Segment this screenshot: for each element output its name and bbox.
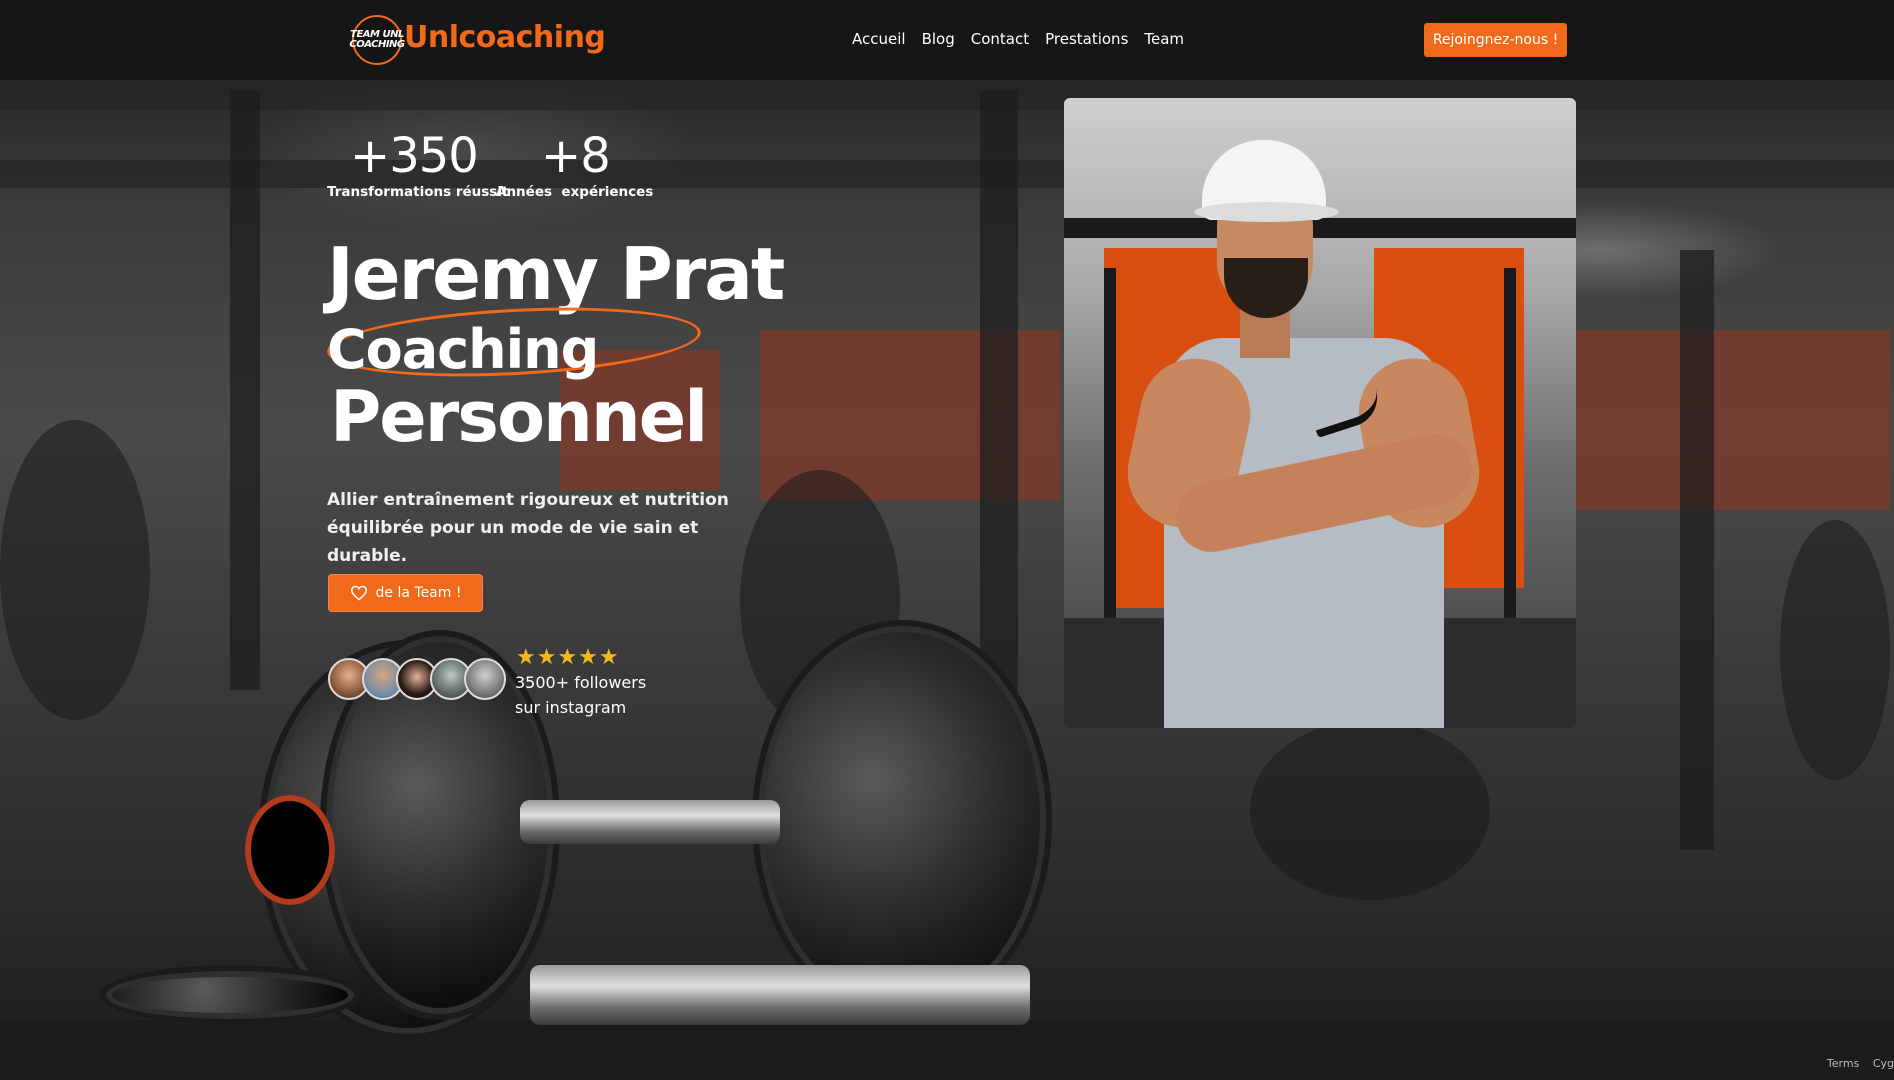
nav-item-contact[interactable]: Contact <box>971 30 1029 48</box>
gym-background <box>0 0 1894 1080</box>
follower-avatars <box>328 658 506 700</box>
hero-title-coaching: Coaching <box>327 318 599 381</box>
footer-links: Terms Cyg <box>1817 1057 1894 1070</box>
hero-subtitle: Allier entraînement rigoureux et nutriti… <box>327 490 729 566</box>
stat-years-label: Années expériences <box>496 184 654 200</box>
logo-icon[interactable]: TEAM UNL COACHING <box>349 15 405 65</box>
nav-item-prestations[interactable]: Prestations <box>1045 30 1128 48</box>
avatar <box>464 658 506 700</box>
footer-link-terms[interactable]: Terms <box>1827 1057 1859 1070</box>
stat-transformations-value: +350 <box>350 128 479 184</box>
brand-name[interactable]: Unlcoaching <box>404 20 606 55</box>
footer-link-cyg[interactable]: Cyg <box>1873 1057 1894 1070</box>
followers-text: 3500+ followers sur instagram <box>515 670 646 720</box>
stat-years-value: +8 <box>541 128 611 184</box>
followers-count: 3500+ followers <box>515 673 647 692</box>
main-nav: Accueil Blog Contact Prestations Team <box>852 30 1184 48</box>
nav-item-team[interactable]: Team <box>1144 30 1184 48</box>
stat-transformations-label: Transformations réussit <box>327 184 509 200</box>
top-navbar: TEAM UNL COACHING Unlcoaching Accueil Bl… <box>0 0 1894 80</box>
join-team-button[interactable]: de la Team ! <box>328 574 483 612</box>
join-team-label: de la Team ! <box>375 585 462 601</box>
join-us-button[interactable]: Rejoingnez-nous ! <box>1424 23 1567 57</box>
nav-item-accueil[interactable]: Accueil <box>852 30 906 48</box>
logo-text: TEAM UNL COACHING <box>349 29 405 50</box>
coach-portrait-image <box>1064 98 1576 728</box>
hero-title-personnel: Personnel <box>330 376 708 458</box>
hero-title-name: Jeremy Prat <box>327 232 785 316</box>
rating-stars: ★★★★★ <box>516 644 620 669</box>
nav-item-blog[interactable]: Blog <box>922 30 955 48</box>
heart-icon <box>350 585 367 601</box>
followers-platform: sur instagram <box>515 698 627 717</box>
